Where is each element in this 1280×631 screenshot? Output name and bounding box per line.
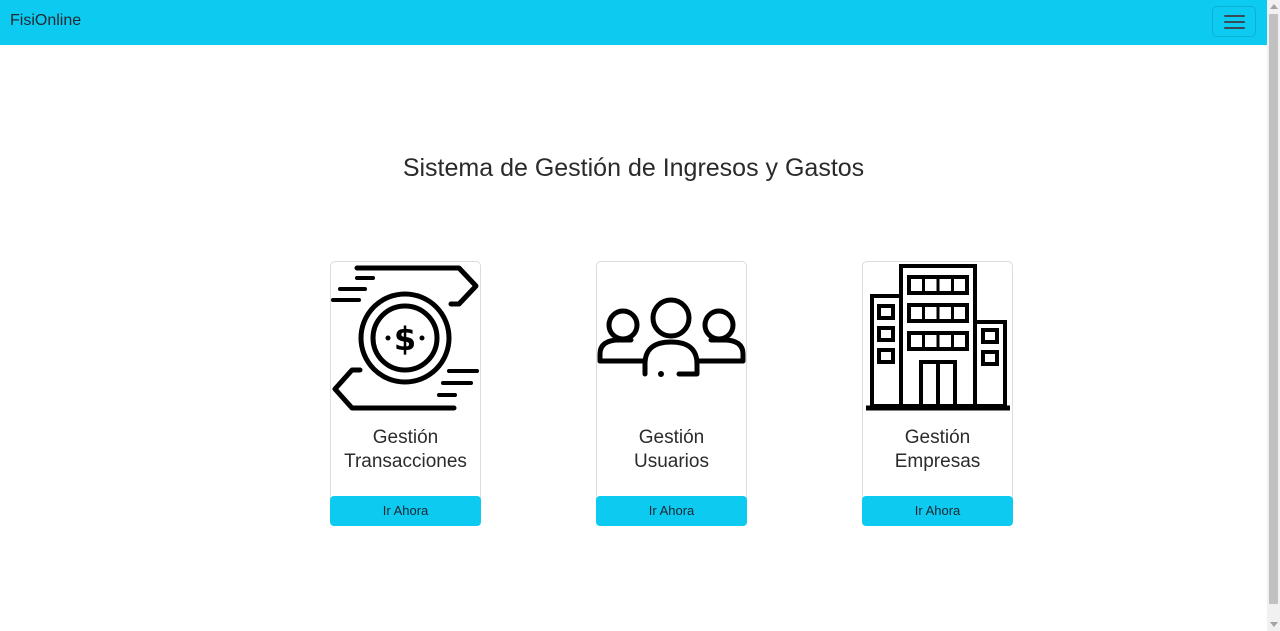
card-title-line1: Gestión	[372, 427, 439, 448]
scroll-up-arrow-icon[interactable]	[1270, 4, 1278, 9]
card-transacciones: $ Gestión Transacciones Ir Ahora	[330, 261, 481, 526]
ir-ahora-usuarios-button[interactable]: Ir Ahora	[596, 496, 747, 526]
scrollbar-thumb[interactable]	[1269, 14, 1278, 604]
navbar-brand[interactable]: FisiOnline	[10, 12, 81, 30]
card-title-line1: Gestión	[638, 427, 705, 448]
scroll-down-arrow-icon[interactable]	[1270, 622, 1278, 627]
page-title: Sistema de Gestión de Ingresos y Gastos	[402, 154, 865, 182]
hamburger-menu-icon	[1224, 15, 1245, 29]
card-title-line2: Empresas	[894, 451, 981, 472]
card-title: Gestión Empresas	[863, 426, 1012, 474]
navbar-toggler-button[interactable]	[1212, 6, 1256, 37]
vertical-scrollbar[interactable]	[1267, 0, 1280, 631]
card-title-line1: Gestión	[904, 427, 971, 448]
svg-text:$: $	[394, 320, 416, 358]
card-empresas: Gestión Empresas Ir Ahora	[862, 261, 1013, 526]
card-title-line2: Transacciones	[344, 451, 467, 472]
ir-ahora-empresas-button[interactable]: Ir Ahora	[862, 496, 1013, 526]
ir-ahora-transacciones-button[interactable]: Ir Ahora	[330, 496, 481, 526]
users-group-icon	[597, 262, 746, 412]
card-title-line2: Usuarios	[634, 451, 709, 472]
navbar: FisiOnline	[0, 0, 1267, 45]
card-title: Gestión Usuarios	[597, 426, 746, 474]
money-exchange-icon: $	[331, 262, 480, 412]
card-usuarios: Gestión Usuarios Ir Ahora	[596, 261, 747, 526]
page: FisiOnline Sistema de Gestión de Ingreso…	[0, 0, 1280, 631]
building-icon	[863, 262, 1012, 412]
card-title: Gestión Transacciones	[331, 426, 480, 474]
